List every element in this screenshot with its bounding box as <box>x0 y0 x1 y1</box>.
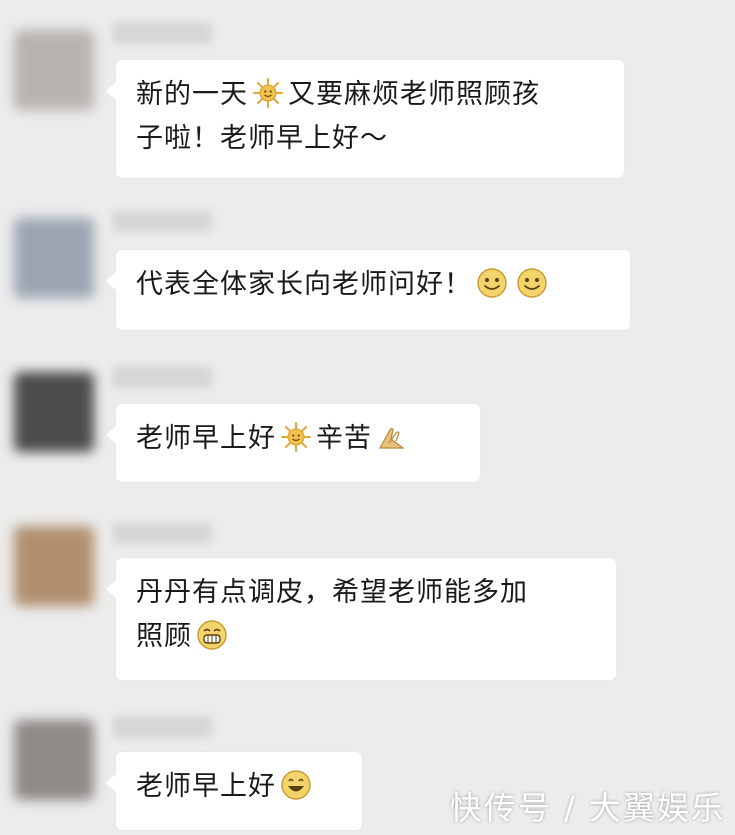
avatar[interactable] <box>14 372 94 452</box>
message-text: 辛苦 <box>316 423 372 454</box>
watermark: 快传号 / 大翼娱乐 <box>449 789 725 827</box>
sun-icon <box>280 421 312 453</box>
message-bubble[interactable]: 丹丹有点调皮，希望老师能多加 照顾 <box>106 558 616 680</box>
happy-face-icon <box>280 769 312 801</box>
avatar[interactable] <box>14 30 94 110</box>
praying-hands-icon <box>376 421 408 453</box>
sender-name-blurred <box>112 366 212 388</box>
message-text: 子啦！老师早上好～ <box>136 123 388 154</box>
avatar[interactable] <box>14 720 94 800</box>
message-text: 又要麻烦老师照顾孩 <box>288 79 540 110</box>
grin-icon <box>196 619 228 651</box>
sender-name-blurred <box>112 22 212 44</box>
chat-window: 新的一天 又要麻烦老师照顾孩子啦！老师早上好～ 代表全体家长向老师问好！ 老师早上… <box>0 0 735 835</box>
message-bubble[interactable]: 老师早上好 <box>106 752 362 830</box>
sender-name-blurred <box>112 522 212 544</box>
message-text: 照顾 <box>136 621 192 652</box>
smile-icon <box>516 267 548 299</box>
message-text: 丹丹有点调皮，希望老师能多加 <box>136 577 528 608</box>
sender-name-blurred <box>112 210 212 232</box>
message-bubble[interactable]: 新的一天 又要麻烦老师照顾孩子啦！老师早上好～ <box>106 60 624 178</box>
avatar[interactable] <box>14 218 94 298</box>
message-bubble[interactable]: 代表全体家长向老师问好！ <box>106 250 630 330</box>
message-text: 新的一天 <box>136 79 248 110</box>
smile-icon <box>476 267 508 299</box>
message-text: 老师早上好 <box>136 423 276 454</box>
message-bubble[interactable]: 老师早上好 辛苦 <box>106 404 480 482</box>
avatar[interactable] <box>14 526 94 606</box>
message-text: 代表全体家长向老师问好！ <box>136 269 472 300</box>
message-text: 老师早上好 <box>136 771 276 802</box>
sun-icon <box>252 77 284 109</box>
sender-name-blurred <box>112 716 212 738</box>
